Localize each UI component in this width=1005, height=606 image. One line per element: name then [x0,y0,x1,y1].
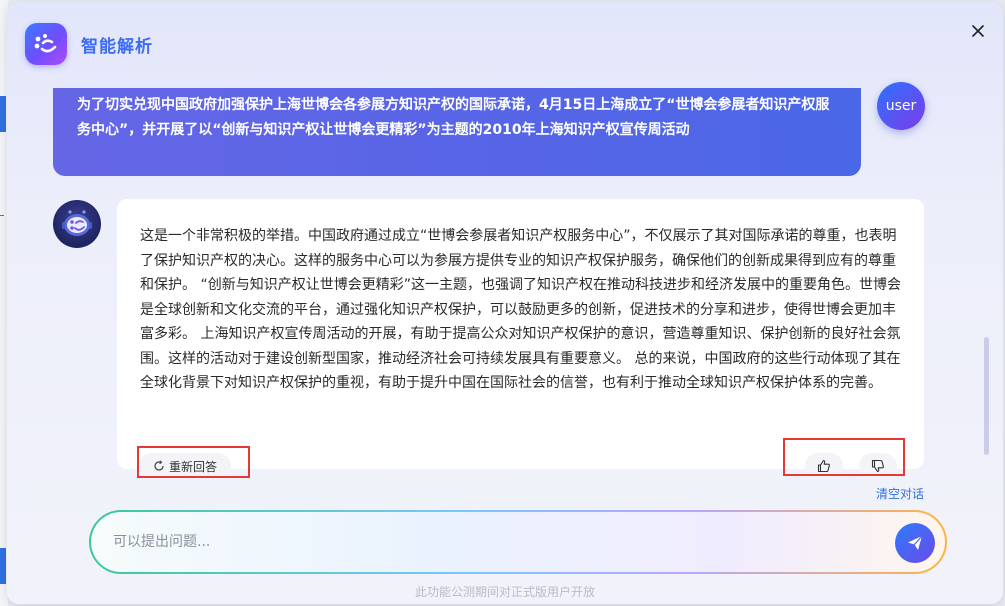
send-button[interactable] [895,523,935,563]
user-message-text: 为了切实兑现中国政府加强保护上海世博会各参展方知识产权的国际承诺，4月15日上海… [77,97,830,138]
highlight-box-feedback [783,438,905,476]
smart-analysis-dialog: 智能解析 为了切实兑现中国政府加强保护上海世博会各参展方知识产权的国际承诺，4月… [7,2,1003,604]
question-input[interactable] [113,512,873,572]
dialog-header: 智能解析 [25,22,153,66]
background-link [0,200,4,216]
highlight-box-regenerate [137,446,250,478]
clear-conversation-link[interactable]: 清空对话 [876,485,924,502]
user-message-bubble: 为了切实兑现中国政府加强保护上海世博会各参展方知识产权的国际承诺，4月15日上海… [53,88,861,176]
close-button[interactable] [967,20,989,42]
question-input-inner [91,512,945,572]
footer-note: 此功能公测期间对正式版用户开放 [414,585,595,599]
user-avatar-label: user [885,98,917,114]
dialog-title: 智能解析 [81,36,153,57]
background-tab [0,548,6,584]
app-logo-icon [25,23,67,65]
question-input-container [89,510,947,574]
bot-message-card: 这是一个非常积极的举措。中国政府通过成立“世博会参展者知识产权服务中心”，不仅展… [117,199,924,479]
background-tab [0,96,6,132]
close-icon [972,25,984,37]
bot-message-text: 这是一个非常积极的举措。中国政府通过成立“世博会参展者知识产权服务中心”，不仅展… [140,228,901,391]
chat-scrollbar[interactable] [984,337,989,455]
bot-avatar-icon [53,200,101,248]
send-icon [908,535,923,550]
user-avatar: user [877,82,925,130]
